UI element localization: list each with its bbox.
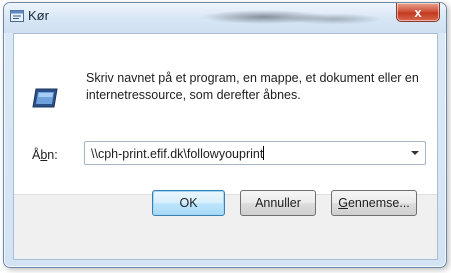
text-cursor (263, 146, 265, 160)
browse-button[interactable]: Gennemse... (331, 190, 417, 216)
run-icon (32, 88, 58, 108)
title-bar[interactable]: Kør x (4, 3, 446, 33)
open-label: Åbn: (32, 148, 58, 162)
ok-button[interactable]: OK (152, 190, 225, 216)
open-input[interactable]: \\cph-print.efif.dk\followyouprint (91, 146, 265, 161)
chevron-down-icon[interactable] (411, 151, 419, 155)
dialog-description: Skriv navnet på et program, en mappe, et… (86, 71, 419, 102)
open-combobox[interactable]: \\cph-print.efif.dk\followyouprint (84, 141, 426, 165)
cancel-button[interactable]: Annuller (240, 190, 316, 216)
close-button[interactable]: x (396, 3, 440, 22)
run-dialog-window: Kør x Skriv navnet på et program, en map… (3, 2, 447, 268)
run-icon (10, 10, 24, 22)
window-title: Kør (28, 8, 49, 23)
dialog-body: Skriv navnet på et program, en mappe, et… (13, 33, 438, 260)
close-icon: x (414, 4, 422, 20)
